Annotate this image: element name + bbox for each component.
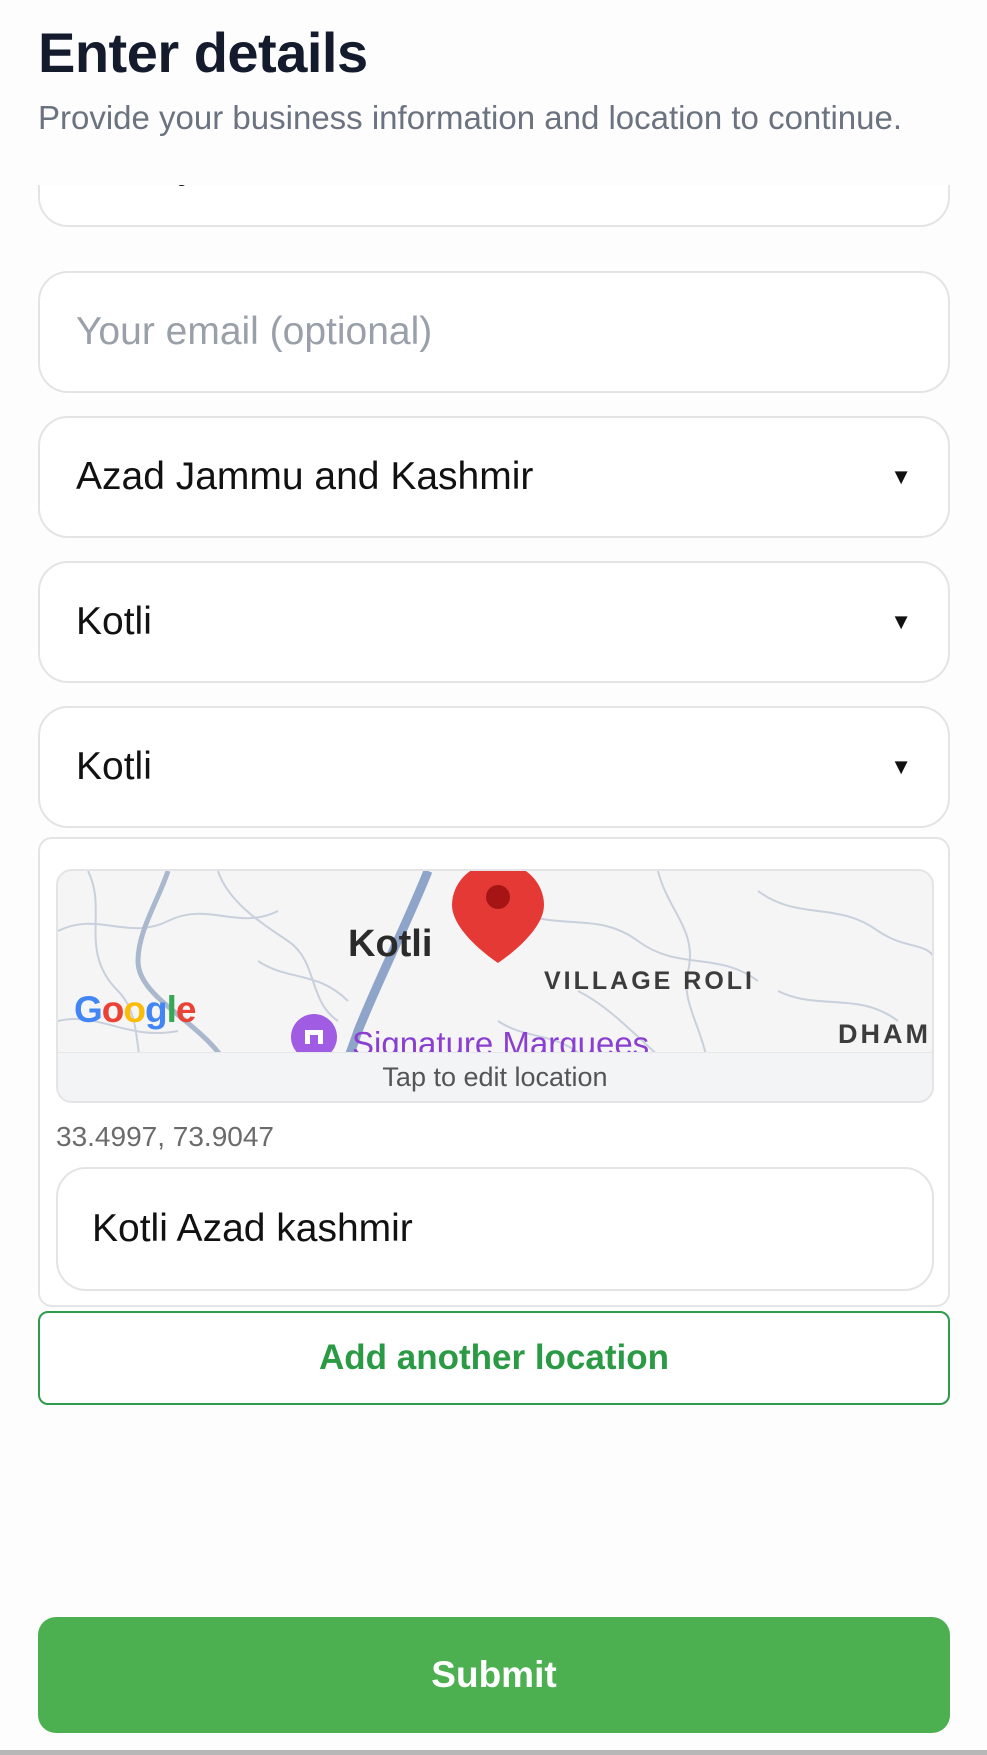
city-select[interactable]: Kotli ▼	[38, 706, 950, 828]
page-subtitle: Provide your business information and lo…	[38, 99, 903, 136]
province-value: Azad Jammu and Kashmir	[76, 455, 534, 498]
district-select[interactable]: Kotli ▼	[38, 561, 950, 683]
map-village-label: VILLAGE ROLI	[544, 967, 755, 995]
add-location-button[interactable]: Add another location	[38, 1311, 950, 1405]
coordinates-text: 33.4997, 73.9047	[56, 1121, 274, 1152]
chevron-down-icon: ▼	[890, 609, 912, 634]
chevron-down-icon: ▼	[890, 464, 912, 489]
business-type-value: Poultry Wholesaler	[76, 185, 403, 225]
email-field[interactable]: Your email (optional)	[38, 271, 950, 393]
chevron-down-icon: ▼	[890, 754, 912, 779]
google-logo: Google	[74, 989, 196, 1030]
page-title: Enter details	[38, 21, 368, 84]
map-area-label: DHAM	[838, 1019, 931, 1049]
province-select[interactable]: Azad Jammu and Kashmir ▼	[38, 416, 950, 538]
map-city-label: Kotli	[348, 923, 433, 965]
page-header: Enter details Provide your business info…	[0, 0, 987, 185]
submit-button[interactable]: Submit	[38, 1617, 950, 1733]
form-scroll-area[interactable]: Poultry Wholesaler Your email (optional)…	[0, 185, 987, 1755]
city-value: Kotli	[76, 745, 152, 788]
business-type-select[interactable]: Poultry Wholesaler	[38, 185, 950, 227]
address-field[interactable]: Kotli Azad kashmir	[56, 1167, 934, 1291]
email-placeholder: Your email (optional)	[76, 310, 433, 353]
edit-location-hint[interactable]: Tap to edit location	[58, 1052, 932, 1101]
map-preview[interactable]: Kotli VILLAGE ROLI DHAM Signature Marque…	[56, 869, 934, 1103]
scroll-indicator	[0, 1750, 987, 1755]
district-value: Kotli	[76, 600, 152, 643]
location-card: Kotli VILLAGE ROLI DHAM Signature Marque…	[38, 837, 950, 1307]
